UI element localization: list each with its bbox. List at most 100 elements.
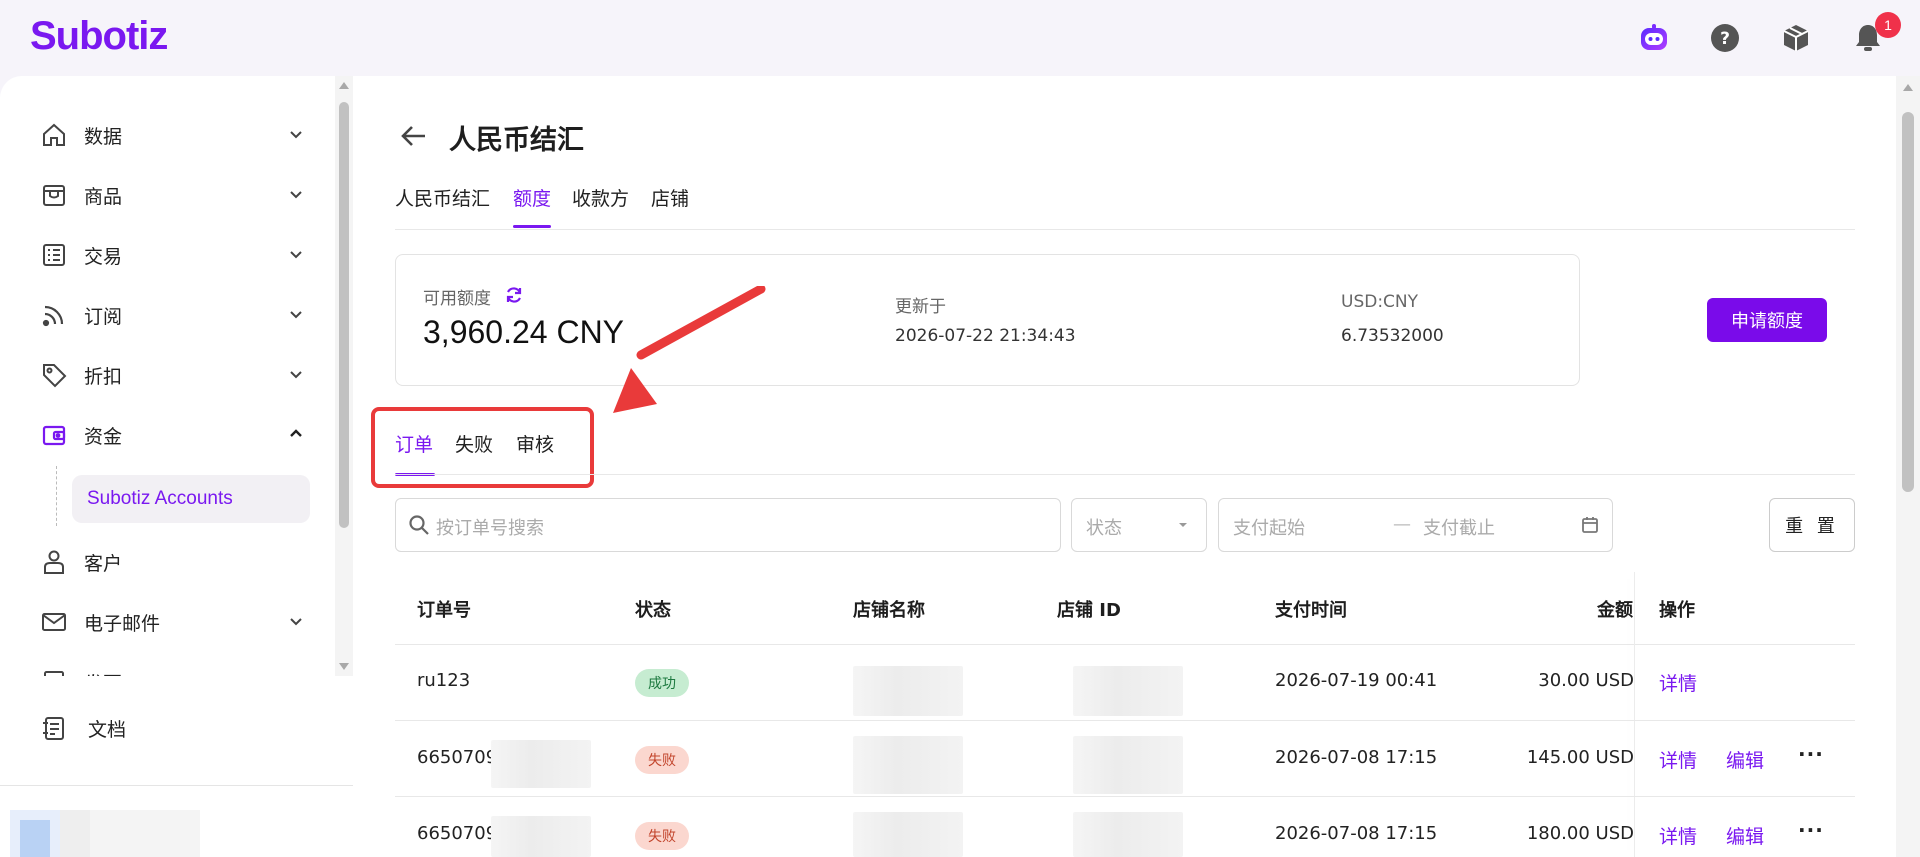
status-badge: 失败 (635, 746, 689, 774)
sidebar-item-email[interactable]: 电子邮件 (40, 600, 305, 644)
assistant-bot-icon[interactable] (1638, 22, 1670, 54)
sidebar-item-subscriptions[interactable]: 订阅 (40, 293, 305, 337)
sidebar-item-label: 电子邮件 (84, 612, 161, 635)
chevron-down-icon (290, 618, 302, 626)
sidebar-item-data[interactable]: 数据 (40, 113, 305, 157)
details-link[interactable]: 详情 (1659, 746, 1697, 773)
notification-badge: 1 (1875, 12, 1901, 38)
search-icon (409, 515, 429, 535)
sidebar-subitem-subotiz-accounts[interactable]: Subotiz Accounts (72, 475, 310, 523)
account-avatar-redacted[interactable] (10, 810, 200, 857)
sidebar: 数据 商品 交易 订阅 折扣 资金 Subotiz Accounts 客户 电子… (0, 76, 353, 857)
package-icon[interactable] (1780, 22, 1812, 54)
sidebar-item-funds[interactable]: 资金 (40, 413, 305, 457)
details-link[interactable]: 详情 (1659, 669, 1697, 696)
edit-link[interactable]: 编辑 (1726, 822, 1764, 849)
date-start-placeholder[interactable]: 支付起始 (1233, 514, 1305, 540)
sidebar-item-label: 商品 (84, 185, 123, 208)
column-header-order-no: 订单号 (417, 600, 471, 621)
date-end-placeholder[interactable]: 支付截止 (1423, 514, 1495, 540)
main-content: 人民币结汇 人民币结汇 额度 收款方 店铺 可用额度 3,960.24 CNY … (353, 76, 1896, 857)
apply-quota-button[interactable]: 申请额度 (1707, 298, 1827, 342)
column-header-actions: 操作 (1659, 600, 1695, 621)
exchange-rate-label: USD:CNY (1341, 292, 1419, 312)
more-actions-icon[interactable]: ··· (1798, 742, 1824, 766)
order-search-input[interactable]: 按订单号搜索 (395, 498, 1061, 552)
store-id-redacted (1073, 736, 1183, 794)
reset-button[interactable]: 重 置 (1769, 498, 1855, 552)
scroll-down-arrow-icon[interactable] (338, 662, 350, 672)
subtab-failed[interactable]: 失败 (455, 430, 493, 457)
scroll-up-arrow-icon[interactable] (1902, 82, 1914, 92)
sidebar-item-label: 数据 (84, 125, 123, 148)
sidebar-item-label: 交易 (84, 245, 123, 268)
payment-date-range-picker[interactable]: 支付起始 — 支付截止 (1218, 498, 1613, 552)
order-number: 66507090 (417, 823, 497, 844)
tag-icon (40, 361, 68, 389)
column-header-paid-at: 支付时间 (1275, 600, 1347, 621)
paid-at: 2026-07-08 17:15 (1275, 823, 1438, 844)
subtab-orders[interactable]: 订单 (395, 430, 433, 457)
sidebar-nav[interactable]: 数据 商品 交易 订阅 折扣 资金 Subotiz Accounts 客户 电子… (0, 76, 333, 676)
page-title: 人民币结汇 (449, 125, 584, 156)
sidebar-item-docs[interactable]: 文档 (40, 706, 305, 750)
tab-stores[interactable]: 店铺 (651, 184, 689, 220)
column-header-amount: 金额 (1597, 600, 1633, 621)
sidebar-item-label: 订阅 (84, 305, 123, 328)
sidebar-docs-label: 文档 (88, 718, 127, 741)
store-id-redacted (1073, 812, 1183, 857)
paid-at: 2026-07-08 17:15 (1275, 747, 1438, 768)
sidebar-scroll-thumb[interactable] (339, 102, 349, 528)
scroll-up-arrow-icon[interactable] (338, 80, 350, 90)
docs-icon (40, 714, 68, 742)
chevron-down-icon (290, 131, 302, 139)
order-number-redacted (491, 816, 591, 857)
sidebar-item-products[interactable]: 商品 (40, 173, 305, 217)
sidebar-item-transactions[interactable]: 交易 (40, 233, 305, 277)
top-bar: Subotiz ? 1 (0, 0, 1920, 76)
rss-icon (40, 301, 68, 329)
column-header-status: 状态 (635, 600, 671, 621)
tabs-divider (395, 229, 1855, 230)
tab-quota[interactable]: 额度 (513, 184, 551, 220)
amount: 180.00 USD (1526, 823, 1634, 844)
sidebar-item-invoices[interactable]: 发票 (40, 660, 305, 676)
brand-logo[interactable]: Subotiz (30, 14, 168, 59)
sidebar-item-discounts[interactable]: 折扣 (40, 353, 305, 397)
calendar-icon (1582, 517, 1598, 533)
back-arrow-icon[interactable] (395, 118, 431, 154)
tab-quota-underline (513, 225, 551, 228)
column-header-store-id: 店铺 ID (1057, 600, 1121, 621)
list-icon (40, 241, 68, 269)
subtabs-divider (395, 474, 1855, 475)
wallet-icon (40, 421, 68, 449)
sidebar-item-label: 客户 (84, 552, 123, 575)
refresh-icon[interactable] (504, 285, 524, 305)
edit-link[interactable]: 编辑 (1726, 746, 1764, 773)
subtab-review[interactable]: 审核 (516, 430, 554, 457)
tab-payees[interactable]: 收款方 (572, 184, 629, 220)
sidebar-item-label: 资金 (84, 425, 123, 448)
sidebar-item-customers[interactable]: 客户 (40, 540, 305, 584)
chevron-down-icon (287, 672, 305, 676)
user-icon (40, 548, 68, 576)
tab-rmb-settlement[interactable]: 人民币结汇 (395, 184, 490, 220)
column-header-store-name: 店铺名称 (853, 600, 925, 621)
details-link[interactable]: 详情 (1659, 822, 1697, 849)
help-icon[interactable]: ? (1709, 22, 1741, 54)
svg-text:?: ? (1720, 29, 1730, 49)
store-id-redacted (1073, 666, 1183, 716)
dropdown-caret-icon (1179, 523, 1187, 527)
more-actions-icon[interactable]: ··· (1798, 818, 1824, 842)
sidebar-scrollbar[interactable] (335, 76, 353, 676)
order-number: 66507090 (417, 747, 497, 768)
status-select[interactable]: 状态 (1071, 498, 1207, 552)
status-badge: 成功 (635, 669, 689, 697)
status-badge: 失败 (635, 822, 689, 850)
submenu-guide-line (56, 466, 57, 526)
search-placeholder: 按订单号搜索 (436, 518, 544, 539)
page-scrollbar[interactable] (1896, 76, 1920, 857)
chevron-up-icon (290, 429, 302, 437)
page-scroll-thumb[interactable] (1902, 112, 1914, 492)
home-icon (40, 121, 68, 149)
